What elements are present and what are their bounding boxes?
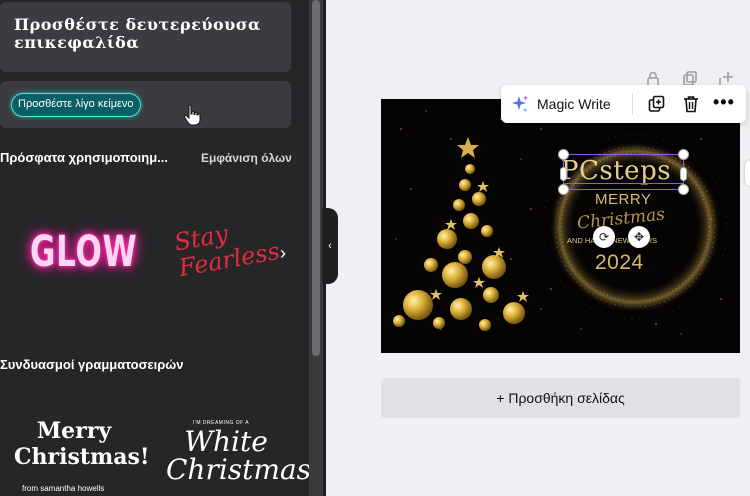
hand-cursor-icon <box>183 104 201 126</box>
add-page-button[interactable]: + Προσθήκη σελίδας <box>381 378 740 418</box>
floating-toolbar: Magic Write ••• <box>501 85 746 123</box>
recent-section-title: Πρόσφατα χρησιμοποιημ... <box>0 150 168 165</box>
canvas-merry-text[interactable]: MERRY <box>595 191 651 208</box>
resize-handle-bottom-left[interactable] <box>558 184 569 195</box>
selection-box <box>563 154 684 190</box>
font-combo-white-christmas[interactable]: White Christmas <box>166 428 309 484</box>
canvas-year-text[interactable]: 2024 <box>595 251 644 275</box>
trash-icon[interactable] <box>681 94 701 114</box>
panel-scrollbar-thumb[interactable] <box>312 0 320 356</box>
toolbar-separator <box>632 93 633 115</box>
resize-handle-left[interactable] <box>560 167 567 181</box>
sparkle-icon[interactable] <box>510 94 530 114</box>
subheading-template-card[interactable]: Προσθέστε δευτερεύουσα επικεφαλίδα <box>0 2 291 72</box>
move-icon[interactable]: ✥ <box>628 226 650 248</box>
design-canvas[interactable]: PCsteps MERRY Christmas AND HAPPY NEW YE… <box>381 99 740 353</box>
panel-scrollbar[interactable] <box>309 0 323 496</box>
body-text-template-text: Προσθέστε λίγο κείμενο <box>11 93 141 117</box>
scroll-edge-handle[interactable] <box>745 160 750 186</box>
resize-handle-top-left[interactable] <box>558 149 569 160</box>
selection-baseline <box>563 183 684 184</box>
left-panel: Προσθέστε δευτερεύουσα επικεφαλίδα Προσθ… <box>0 0 309 496</box>
more-icon[interactable]: ••• <box>713 92 735 113</box>
magic-write-button[interactable]: Magic Write <box>537 96 611 112</box>
rotate-icon[interactable]: ⟳ <box>593 226 615 248</box>
font-combo-merry-christmas[interactable]: Merry Christmas! <box>14 418 150 470</box>
body-text-template-card[interactable]: Προσθέστε λίγο κείμενο <box>0 81 291 128</box>
christmas-background-graphic <box>381 99 740 353</box>
font-combos-section-title: Συνδυασμοί γραμματοσειρών <box>0 357 184 372</box>
recent-see-all-link[interactable]: Εμφάνιση όλων <box>201 151 292 165</box>
chevron-left-icon: ‹ <box>328 240 332 252</box>
resize-handle-bottom-right[interactable] <box>678 184 689 195</box>
chevron-right-icon[interactable]: › <box>280 243 286 264</box>
subheading-template-text: Προσθέστε δευτερεύουσα επικεφαλίδα <box>14 15 261 52</box>
recent-item-glow[interactable]: GLOW <box>30 227 137 277</box>
duplicate-icon[interactable] <box>647 94 667 114</box>
recent-item-stay-fearless[interactable]: Stay Fearless <box>172 211 289 283</box>
resize-handle-right[interactable] <box>680 167 687 181</box>
resize-handle-top-right[interactable] <box>678 149 689 160</box>
font-combo-merry-christmas-subtext: from samantha howells <box>22 484 105 493</box>
collapse-panel-button[interactable]: ‹ <box>322 208 338 284</box>
